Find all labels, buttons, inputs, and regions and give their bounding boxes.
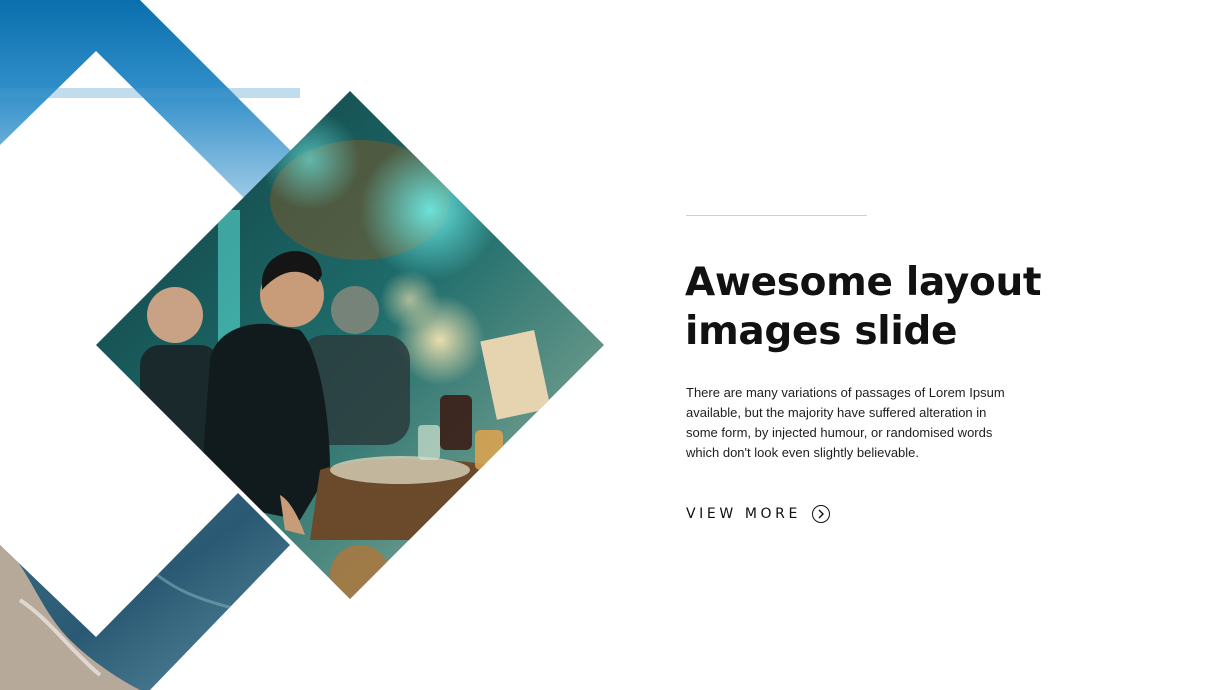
bar-photo-diamond [96,91,604,599]
slide-title: Awesome layout images slide [685,258,1105,356]
chevron-right-icon [818,509,824,519]
chevron-right-circle-icon [811,505,830,523]
view-more-label: VIEW MORE [686,506,801,522]
description-line: which don't look even slightly believabl… [686,445,920,460]
slide-description: There are many variations of passages of… [686,383,1046,463]
sky-photo-band [0,0,300,198]
sea-photo-band [0,493,290,690]
view-more-link[interactable]: VIEW MORE [686,503,830,525]
title-divider [686,215,867,216]
slide-title-line: images slide [685,309,958,354]
slide-title-line: Awesome layout [685,260,1042,305]
description-line: There are many variations of passages of… [686,385,1005,400]
description-line: some form, by injected humour, or random… [686,425,993,440]
description-line: available, but the majority have suffere… [686,405,987,420]
